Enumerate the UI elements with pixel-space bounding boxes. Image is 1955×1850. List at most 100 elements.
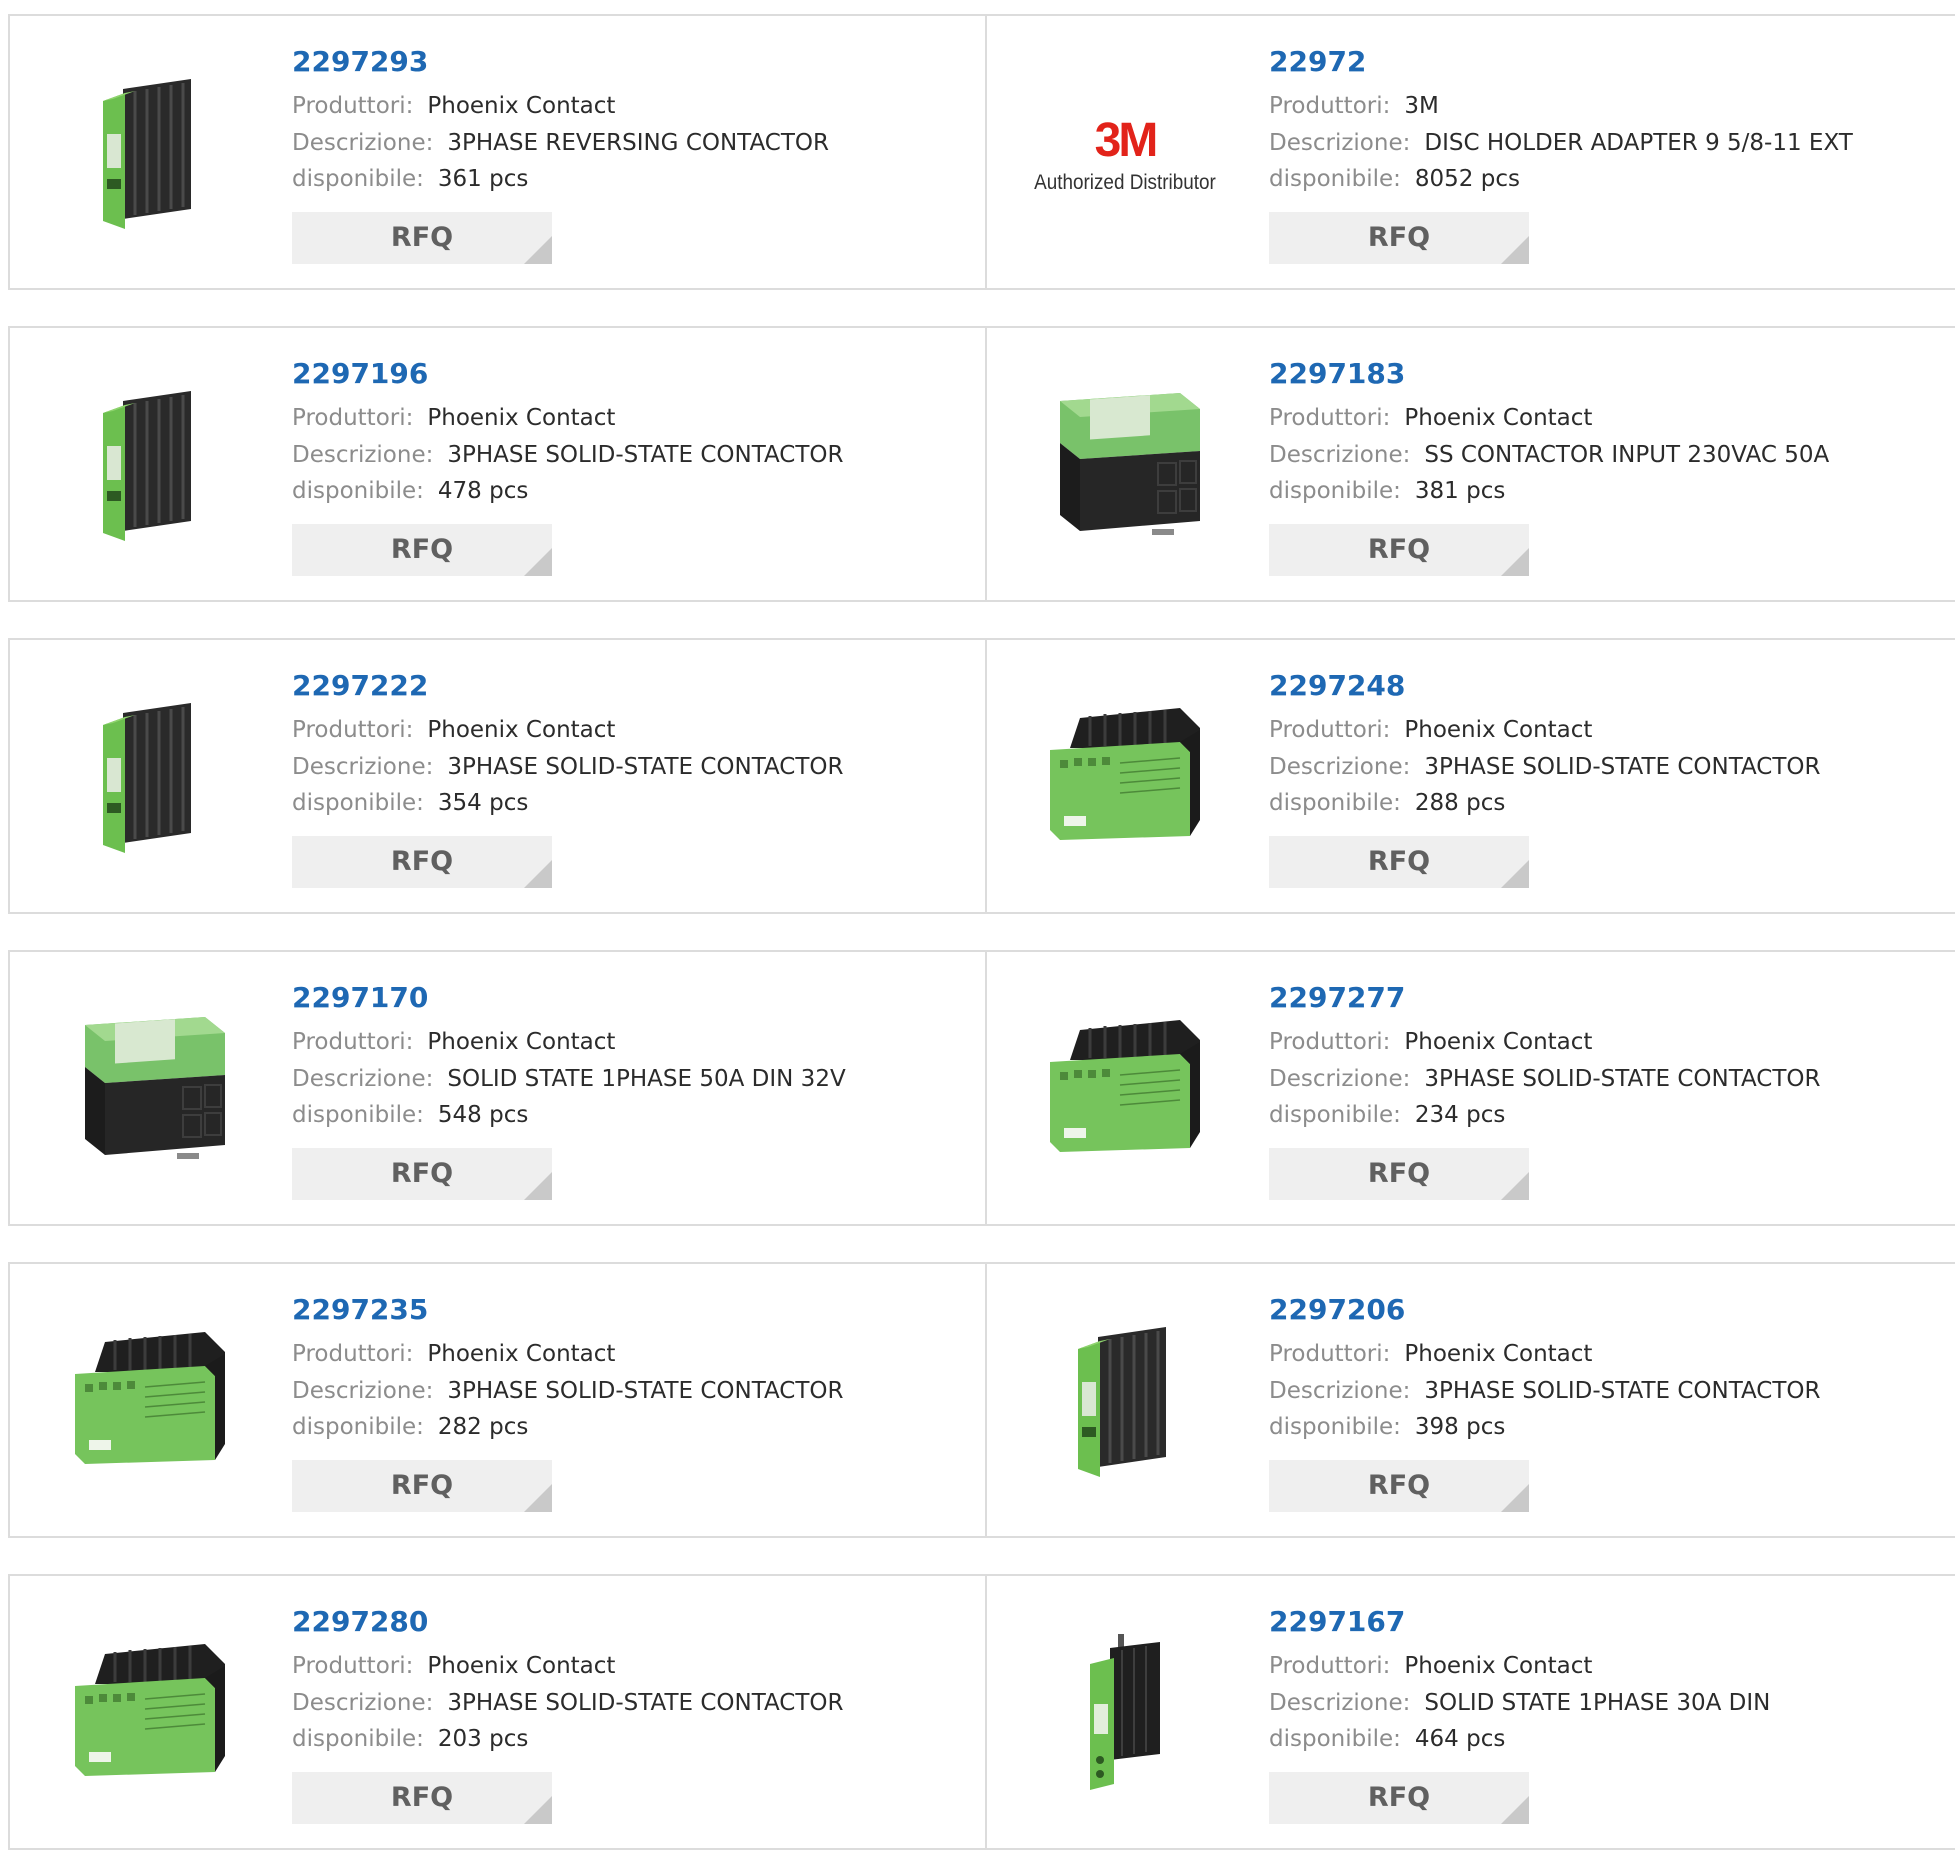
manufacturer-value: Phoenix Contact [1404, 1341, 1593, 1367]
wide-contactor-icon [65, 1644, 235, 1788]
product-card: 2297277 Produttori: Phoenix Contact Descr… [987, 952, 1955, 1224]
description-label: Descrizione: [1269, 753, 1411, 780]
manufacturer-value: Phoenix Contact [1404, 717, 1593, 743]
rfq-button[interactable]: RFQ [292, 1771, 552, 1824]
part-number-link[interactable]: 2297277 [1269, 980, 1821, 1016]
slim-din-module-icon [1070, 1327, 1180, 1481]
availability-label: disponibile: [1269, 1726, 1401, 1752]
rfq-corner-icon [1501, 1171, 1529, 1200]
part-number-link[interactable]: 2297248 [1269, 668, 1821, 704]
description-value: 3PHASE SOLID-STATE CONTACTOR [1424, 1065, 1821, 1092]
product-image[interactable] [50, 992, 250, 1192]
rfq-label: RFQ [1367, 1781, 1431, 1813]
rfq-corner-icon [1501, 235, 1529, 264]
availability-label: disponibile: [292, 1414, 424, 1440]
manufacturer-value: Phoenix Contact [1404, 405, 1593, 431]
product-card: 2297206 Produttori: Phoenix Contact Descr… [987, 1264, 1955, 1536]
part-number-link[interactable]: 2297206 [1269, 1292, 1821, 1328]
rfq-label: RFQ [1367, 845, 1431, 877]
manufacturer-label: Produttori: [1269, 717, 1391, 743]
availability-value: 464 pcs [1414, 1726, 1506, 1752]
availability-label: disponibile: [292, 1102, 424, 1128]
description-label: Descrizione: [1269, 1377, 1411, 1404]
rfq-button[interactable]: RFQ [1269, 523, 1529, 576]
rfq-label: RFQ [390, 1781, 454, 1813]
product-image[interactable] [50, 1304, 250, 1504]
availability-value: 478 pcs [437, 478, 529, 504]
rfq-button[interactable]: RFQ [1269, 1771, 1529, 1824]
manufacturer-value: Phoenix Contact [427, 93, 616, 119]
rfq-label: RFQ [390, 221, 454, 253]
manufacturer-value: Phoenix Contact [1404, 1029, 1593, 1055]
single-relay-icon [1080, 1634, 1170, 1798]
product-image[interactable] [1025, 1616, 1225, 1816]
slim-din-module-icon [95, 703, 205, 857]
part-number-link[interactable]: 2297170 [292, 980, 846, 1016]
rfq-label: RFQ [1367, 1157, 1431, 1189]
product-row: 2297196 Produttori: Phoenix Contact Descr… [8, 326, 1955, 602]
description-value: DISC HOLDER ADAPTER 9 5/8-11 EXT [1424, 129, 1853, 156]
rfq-button[interactable]: RFQ [1269, 1147, 1529, 1200]
product-image[interactable] [50, 1616, 250, 1816]
product-card: 2297280 Produttori: Phoenix Contact Descr… [8, 1576, 987, 1848]
wide-contactor-icon [1040, 708, 1210, 852]
rfq-button[interactable]: RFQ [1269, 835, 1529, 888]
part-number-link[interactable]: 2297280 [292, 1604, 844, 1640]
rfq-label: RFQ [1367, 1469, 1431, 1501]
availability-value: 361 pcs [437, 166, 529, 192]
part-number-link[interactable]: 2297183 [1269, 356, 1829, 392]
product-image[interactable]: 3M Authorized Distributor [1025, 56, 1225, 256]
product-image[interactable] [50, 680, 250, 880]
rfq-button[interactable]: RFQ [292, 1147, 552, 1200]
availability-label: disponibile: [292, 166, 424, 192]
availability-label: disponibile: [1269, 790, 1401, 816]
product-grid: 2297293 Produttori: Phoenix Contact Descr… [8, 14, 1955, 1850]
product-card: 2297183 Produttori: Phoenix Contact Descr… [987, 328, 1955, 600]
availability-value: 288 pcs [1414, 790, 1506, 816]
manufacturer-label: Produttori: [292, 1341, 414, 1367]
manufacturer-label: Produttori: [1269, 93, 1391, 119]
product-card: 2297222 Produttori: Phoenix Contact Descr… [8, 640, 987, 912]
product-image[interactable] [1025, 368, 1225, 568]
description-value: 3PHASE SOLID-STATE CONTACTOR [447, 753, 844, 780]
description-value: 3PHASE SOLID-STATE CONTACTOR [447, 1377, 844, 1404]
product-image[interactable] [1025, 680, 1225, 880]
description-value: 3PHASE SOLID-STATE CONTACTOR [447, 1689, 844, 1716]
product-image[interactable] [50, 368, 250, 568]
manufacturer-value: Phoenix Contact [427, 1029, 616, 1055]
description-label: Descrizione: [1269, 129, 1411, 156]
rfq-button[interactable]: RFQ [1269, 211, 1529, 264]
rfq-label: RFQ [1367, 221, 1431, 253]
product-card: 2297170 Produttori: Phoenix Contact Descr… [8, 952, 987, 1224]
availability-value: 234 pcs [1414, 1102, 1506, 1128]
product-image[interactable] [1025, 992, 1225, 1192]
3m-logo-mark: 3M [1094, 114, 1159, 167]
rfq-button[interactable]: RFQ [292, 835, 552, 888]
manufacturer-label: Produttori: [1269, 1341, 1391, 1367]
manufacturer-label: Produttori: [1269, 1653, 1391, 1679]
part-number-link[interactable]: 2297293 [292, 44, 829, 80]
availability-value: 203 pcs [437, 1726, 529, 1752]
3m-logo: 3M Authorized Distributor [1024, 117, 1226, 195]
part-number-link[interactable]: 2297235 [292, 1292, 844, 1328]
manufacturer-value: Phoenix Contact [1404, 1653, 1593, 1679]
product-row: 2297235 Produttori: Phoenix Contact Descr… [8, 1262, 1955, 1538]
rfq-button[interactable]: RFQ [1269, 1459, 1529, 1512]
rfq-corner-icon [1501, 547, 1529, 576]
description-label: Descrizione: [1269, 1689, 1411, 1716]
rfq-button[interactable]: RFQ [292, 1459, 552, 1512]
rfq-button[interactable]: RFQ [292, 211, 552, 264]
rfq-button[interactable]: RFQ [292, 523, 552, 576]
product-card: 2297196 Produttori: Phoenix Contact Descr… [8, 328, 987, 600]
description-value: SOLID STATE 1PHASE 50A DIN 32V [447, 1065, 846, 1092]
part-number-link[interactable]: 22972 [1269, 44, 1853, 80]
product-image[interactable] [50, 56, 250, 256]
description-label: Descrizione: [292, 753, 434, 780]
description-value: 3PHASE SOLID-STATE CONTACTOR [1424, 1377, 1821, 1404]
part-number-link[interactable]: 2297196 [292, 356, 844, 392]
availability-label: disponibile: [292, 478, 424, 504]
availability-label: disponibile: [292, 790, 424, 816]
product-image[interactable] [1025, 1304, 1225, 1504]
part-number-link[interactable]: 2297222 [292, 668, 844, 704]
part-number-link[interactable]: 2297167 [1269, 1604, 1770, 1640]
